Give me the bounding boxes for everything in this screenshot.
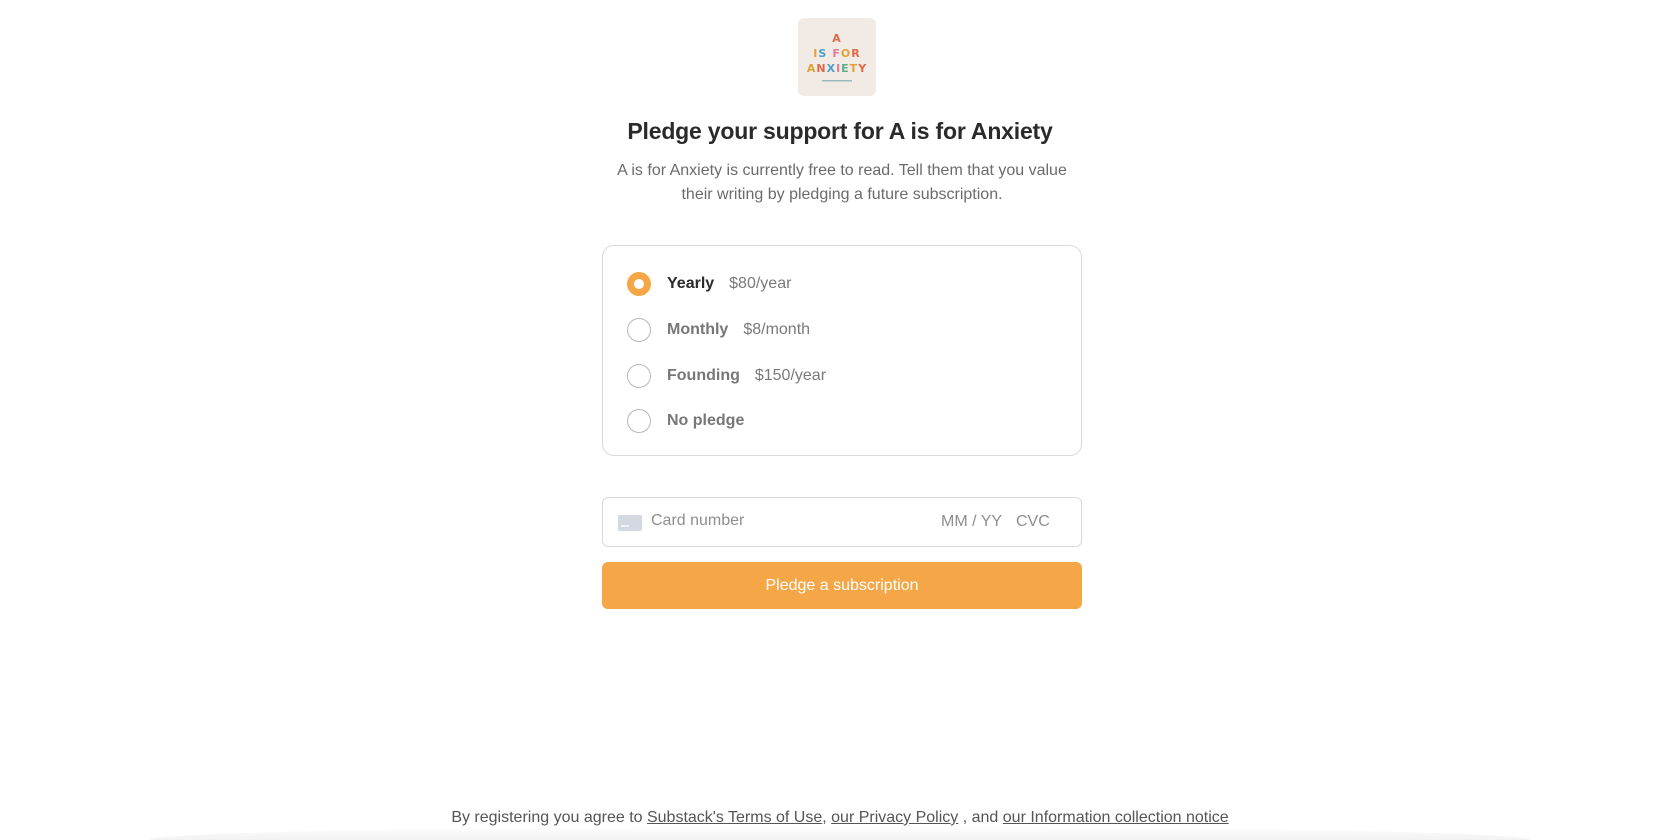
page-subtitle: A is for Anxiety is currently free to re…: [617, 162, 1067, 203]
pledge-subscription-button[interactable]: Pledge a subscription: [602, 562, 1082, 609]
radio-button[interactable]: [627, 272, 651, 296]
footer-separator: ,: [822, 809, 832, 826]
card-expiry-field[interactable]: MM / YY: [941, 513, 1002, 531]
radio-button[interactable]: [627, 364, 651, 388]
logo-line-1: A: [832, 31, 842, 46]
footer-prefix: By registering you agree to: [451, 809, 647, 826]
card-number-field[interactable]: Card number: [651, 512, 901, 530]
legal-footer: By registering you agree to Substack's T…: [0, 809, 1680, 827]
publication-logo: A IS FOR ANXIETY: [798, 18, 876, 96]
plan-name: Monthly: [667, 321, 729, 338]
plan-price: $150/year: [754, 367, 827, 384]
logo-letter: N: [816, 62, 827, 75]
card-input[interactable]: Card number MM / YY CVC: [602, 497, 1082, 547]
logo-line-3: ANXIETY: [807, 61, 867, 76]
card-cvc-field[interactable]: CVC: [1016, 513, 1050, 531]
plan-option-founding[interactable]: Founding $150/year: [627, 362, 826, 390]
plan-name: No pledge: [667, 412, 745, 429]
pledge-page: A IS FOR ANXIETY Pledge your support for …: [0, 0, 1680, 840]
plan-name: Founding: [667, 367, 740, 384]
logo-line-2: IS FOR: [813, 46, 860, 61]
credit-card-icon: [618, 515, 642, 531]
logo-letter: F: [832, 47, 841, 60]
plan-options: Yearly $80/year Monthly $8/month Foundin…: [602, 245, 1082, 456]
plan-option-no-pledge[interactable]: No pledge: [627, 407, 744, 435]
logo-letter: R: [851, 47, 861, 60]
plan-price: $8/month: [743, 321, 811, 338]
logo-letter: T: [849, 62, 859, 75]
page-title: Pledge your support for A is for Anxiety: [627, 118, 1053, 144]
logo-letter: A: [832, 32, 842, 45]
logo-letter: S: [818, 47, 828, 60]
information-notice-link[interactable]: our Information collection notice: [1003, 809, 1229, 826]
radio-button[interactable]: [627, 318, 651, 342]
footer-shadow: [150, 826, 1530, 840]
terms-of-use-link[interactable]: Substack's Terms of Use: [647, 809, 822, 826]
plan-option-monthly[interactable]: Monthly $8/month: [627, 316, 810, 344]
logo-letter: A: [806, 62, 817, 75]
plan-price: $80/year: [729, 275, 792, 292]
logo-author-line: [822, 78, 852, 85]
logo-letter: Y: [858, 62, 868, 75]
logo-letter: X: [826, 62, 837, 75]
privacy-policy-link[interactable]: our Privacy Policy: [831, 809, 958, 826]
plan-option-yearly[interactable]: Yearly $80/year: [627, 270, 791, 298]
logo-letter: E: [841, 62, 850, 75]
logo-author-scribble: [822, 80, 852, 82]
logo-letter: O: [840, 47, 852, 60]
radio-button[interactable]: [627, 409, 651, 433]
footer-separator: , and: [958, 809, 1003, 826]
plan-name: Yearly: [667, 275, 715, 292]
